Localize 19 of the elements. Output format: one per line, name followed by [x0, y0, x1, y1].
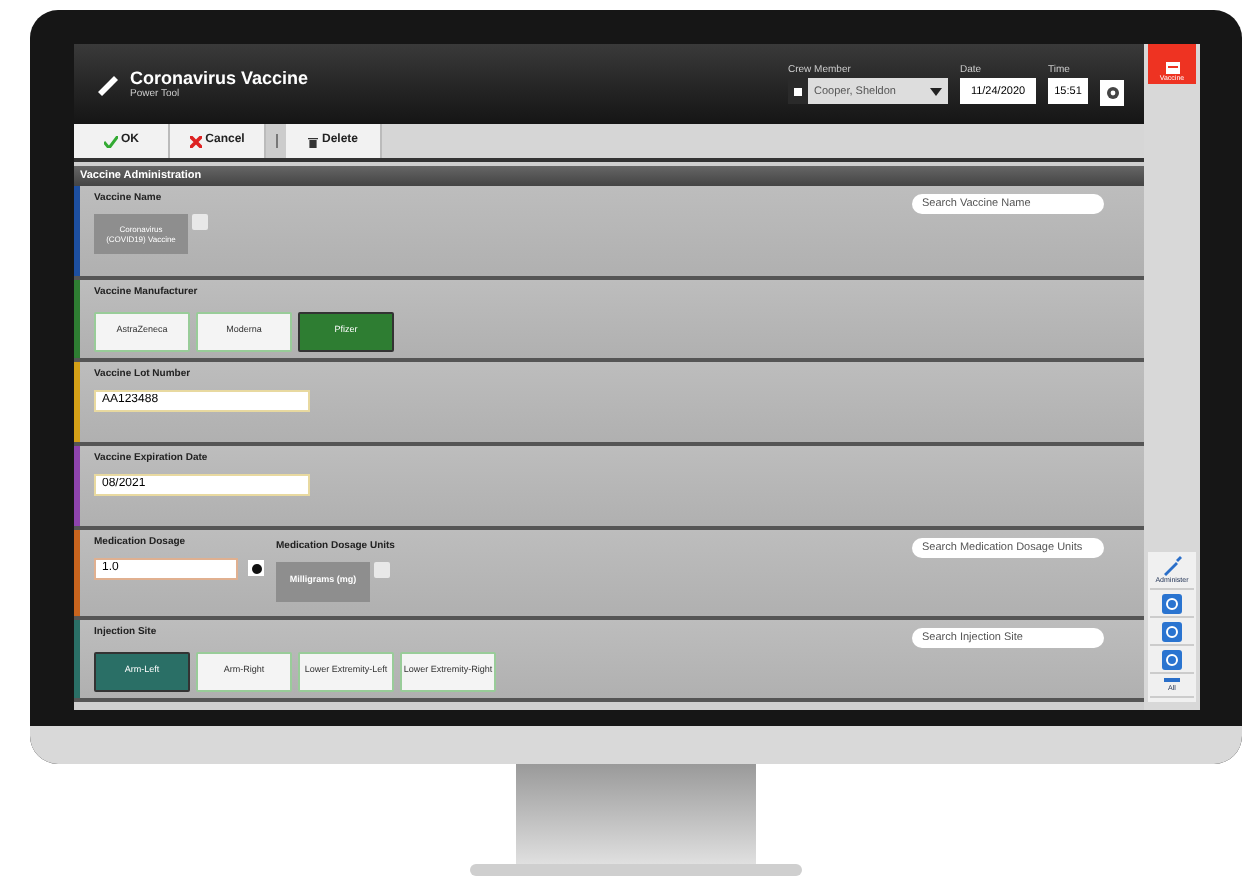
sidebar-tool-button[interactable] [1150, 593, 1194, 618]
settings-button[interactable] [1100, 79, 1124, 105]
app-title: Coronavirus Vaccine [130, 69, 309, 87]
settings-icon [1105, 85, 1119, 99]
sidebar-tool-button[interactable] [1150, 649, 1194, 674]
close-icon [189, 135, 202, 147]
device-icon [1162, 593, 1182, 614]
pen-icon [94, 72, 118, 96]
toggle-button[interactable] [248, 560, 264, 576]
chevron-down-icon [930, 87, 942, 96]
circle-icon [251, 563, 261, 573]
document-icon [1165, 61, 1179, 74]
sidebar-tool-button[interactable] [1150, 621, 1194, 646]
check-icon [103, 135, 117, 147]
more-icon [1164, 677, 1180, 684]
trash-icon [307, 135, 318, 147]
device-icon [1162, 621, 1182, 642]
device-icon [1162, 649, 1182, 670]
checkbox[interactable] [794, 87, 802, 96]
